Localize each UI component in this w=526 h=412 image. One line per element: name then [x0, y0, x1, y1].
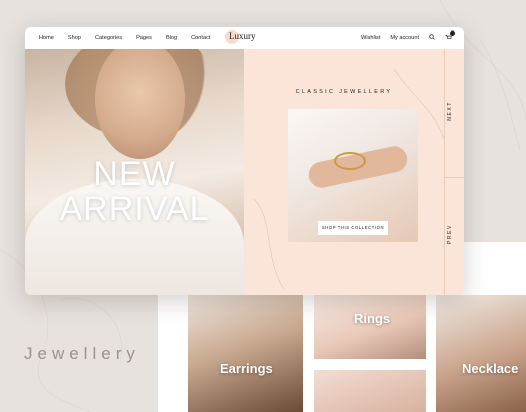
- nav-item-home[interactable]: Home: [39, 35, 54, 41]
- account-link[interactable]: My account: [390, 35, 419, 41]
- wishlist-link[interactable]: Wishlist: [361, 35, 380, 41]
- category-label-earrings: Earrings: [220, 361, 273, 376]
- hero-headline-line1: NEW: [93, 155, 176, 193]
- hero-collection-panel: CLASSIC JEWELLERY SHOP THIS COLLECTION N…: [244, 49, 464, 295]
- main-menu: Home Shop Categories Pages Blog Contact: [25, 35, 224, 41]
- cart-icon[interactable]: 0: [445, 30, 455, 42]
- next-slide-button[interactable]: NEXT: [447, 101, 463, 121]
- section-caption: Jewellery: [24, 344, 140, 363]
- browser-window: Home Shop Categories Pages Blog Contact …: [25, 27, 464, 295]
- collection-title: CLASSIC JEWELLERY: [295, 89, 393, 95]
- nav-item-contact[interactable]: Contact: [191, 35, 210, 41]
- category-tile-bottom[interactable]: [314, 370, 426, 412]
- brand-logo[interactable]: Luxury: [229, 31, 256, 41]
- hero-headline-line2: ARRIVAL: [59, 190, 210, 228]
- nav-item-shop[interactable]: Shop: [68, 35, 81, 41]
- category-label-necklace: Necklace: [462, 361, 519, 376]
- nav-item-categories[interactable]: Categories: [95, 35, 122, 41]
- category-tile-necklace[interactable]: Necklace: [436, 295, 526, 412]
- search-icon[interactable]: [429, 34, 435, 42]
- top-navigation: Home Shop Categories Pages Blog Contact …: [25, 27, 464, 49]
- category-tile-rings[interactable]: Rings: [314, 295, 426, 359]
- hero-model-photo: NEW ARRIVAL: [25, 49, 244, 295]
- nav-actions: Wishlist My account 0: [351, 30, 455, 42]
- category-label-rings: Rings: [354, 311, 391, 326]
- shop-collection-button[interactable]: SHOP THIS COLLECTION: [318, 221, 388, 235]
- nav-item-pages[interactable]: Pages: [136, 35, 152, 41]
- nav-item-blog[interactable]: Blog: [166, 35, 177, 41]
- cart-count-badge: 0: [450, 30, 455, 36]
- prev-slide-button[interactable]: PREV: [447, 224, 463, 244]
- slider-nav-strip: NEXT PREV: [444, 49, 464, 295]
- hero-headline: NEW ARRIVAL: [25, 157, 244, 227]
- category-tile-earrings[interactable]: Earrings: [188, 295, 303, 412]
